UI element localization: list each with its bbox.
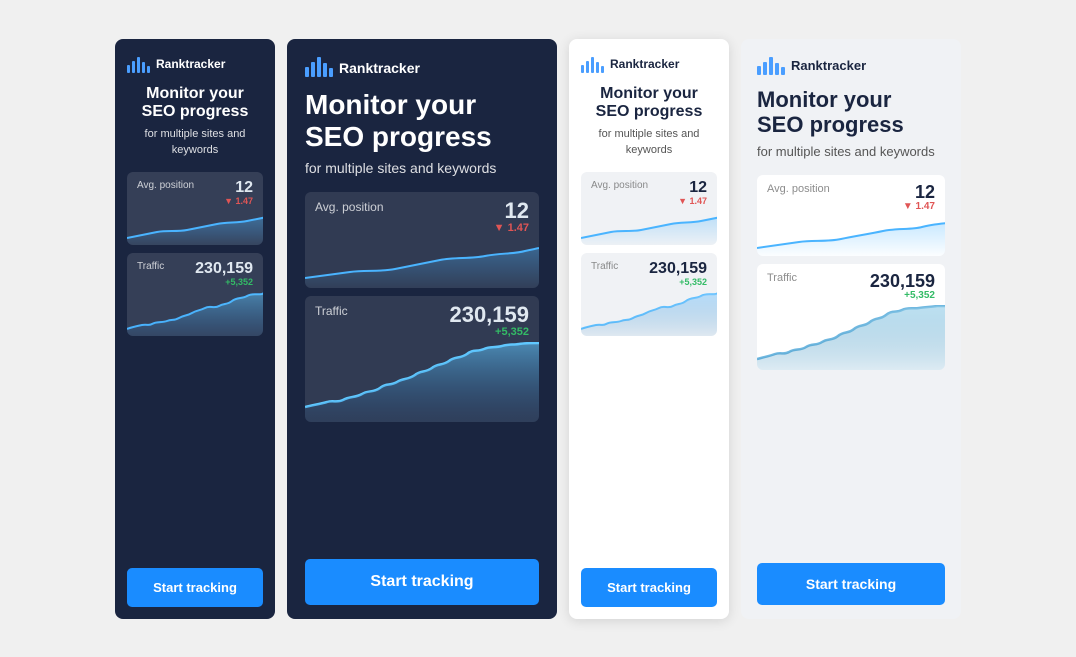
ranktracker-logo-icon-3 — [581, 55, 604, 73]
subtext-2: for multiple sites and keywords — [305, 159, 539, 179]
cards-container: Ranktracker Monitor your SEO progress fo… — [95, 19, 981, 639]
traffic-value-3: 230,159 — [649, 261, 707, 277]
headline-3: Monitor your SEO progress — [581, 85, 717, 122]
traffic-change-4: +5,352 — [870, 290, 935, 301]
headline-4: Monitor your SEO progress — [757, 87, 945, 138]
avg-position-change-2: ▼ 1.47 — [494, 222, 529, 234]
traffic-value-4: 230,159 — [870, 272, 935, 290]
logo-row-1: Ranktracker — [127, 55, 263, 73]
logo-text-2: Ranktracker — [339, 60, 420, 76]
start-tracking-button-2[interactable]: Start tracking — [305, 559, 539, 605]
ranktracker-logo-icon-4 — [757, 57, 785, 75]
card-3: Ranktracker Monitor your SEO progress fo… — [569, 39, 729, 619]
avg-position-change-1: ▼ 1.47 — [224, 196, 253, 206]
start-tracking-button-3[interactable]: Start tracking — [581, 568, 717, 607]
ranktracker-logo-icon-2 — [305, 59, 333, 77]
logo-text-1: Ranktracker — [156, 57, 225, 71]
headline-1: Monitor your SEO progress — [127, 85, 263, 122]
avg-position-label-1: Avg. position — [137, 180, 194, 191]
avg-position-card-2: Avg. position 12 ▼ 1.47 — [305, 192, 539, 288]
avg-position-card-3: Avg. position 12 ▼ 1.47 — [581, 172, 717, 245]
logo-row-3: Ranktracker — [581, 55, 717, 73]
traffic-change-1: +5,352 — [195, 277, 253, 287]
card-2: Ranktracker Monitor your SEO progress fo… — [287, 39, 557, 619]
subtext-3: for multiple sites and keywords — [581, 127, 717, 158]
avg-position-card-4: Avg. position 12 ▼ 1.47 — [757, 175, 945, 256]
traffic-card-4: Traffic 230,159 +5,352 — [757, 264, 945, 370]
traffic-label-4: Traffic — [767, 272, 797, 284]
card-4: Ranktracker Monitor your SEO progress fo… — [741, 39, 961, 619]
traffic-label-3: Traffic — [591, 261, 618, 272]
avg-position-change-3: ▼ 1.47 — [678, 196, 707, 206]
avg-position-label-3: Avg. position — [591, 180, 648, 191]
headline-2: Monitor your SEO progress — [305, 89, 539, 153]
traffic-label-2: Traffic — [315, 304, 348, 318]
avg-position-card-1: Avg. position 12 ▼ 1.47 — [127, 172, 263, 245]
start-tracking-button-1[interactable]: Start tracking — [127, 568, 263, 607]
subtext-1: for multiple sites and keywords — [127, 127, 263, 158]
avg-position-value-2: 12 — [494, 200, 529, 222]
traffic-change-2: +5,352 — [449, 326, 529, 338]
start-tracking-button-4[interactable]: Start tracking — [757, 563, 945, 605]
traffic-value-1: 230,159 — [195, 261, 253, 277]
traffic-card-2: Traffic 230,159 +5,352 — [305, 296, 539, 422]
avg-position-change-4: ▼ 1.47 — [903, 201, 935, 212]
traffic-card-1: Traffic 230,159 +5,352 — [127, 253, 263, 336]
avg-position-value-4: 12 — [903, 183, 935, 201]
traffic-change-3: +5,352 — [649, 277, 707, 287]
traffic-card-3: Traffic 230,159 +5,352 — [581, 253, 717, 336]
avg-position-value-1: 12 — [224, 180, 253, 196]
avg-position-value-3: 12 — [678, 180, 707, 196]
avg-position-label-4: Avg. position — [767, 183, 830, 195]
card-1: Ranktracker Monitor your SEO progress fo… — [115, 39, 275, 619]
subtext-4: for multiple sites and keywords — [757, 143, 945, 161]
traffic-label-1: Traffic — [137, 261, 164, 272]
logo-text-4: Ranktracker — [791, 58, 866, 73]
logo-text-3: Ranktracker — [610, 57, 679, 71]
traffic-value-2: 230,159 — [449, 304, 529, 326]
ranktracker-logo-icon-1 — [127, 55, 150, 73]
logo-row-4: Ranktracker — [757, 57, 945, 75]
logo-row-2: Ranktracker — [305, 59, 539, 77]
avg-position-label-2: Avg. position — [315, 200, 384, 214]
